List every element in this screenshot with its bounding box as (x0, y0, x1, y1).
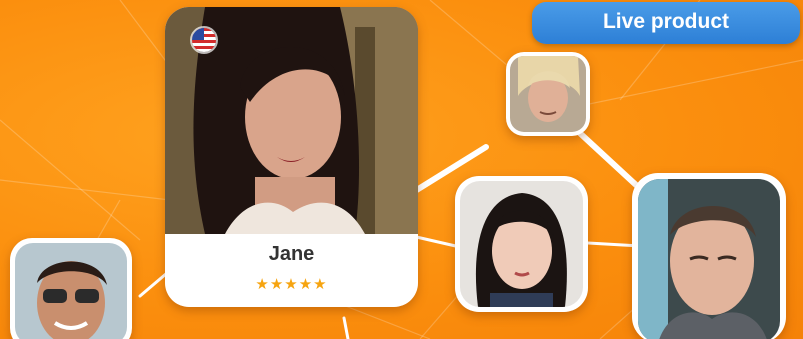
link-jane-bottom (342, 316, 350, 339)
network-illustration: Jane ★★★★★ Live product (0, 0, 803, 339)
avatar-card-right[interactable] (632, 173, 786, 339)
avatar-card-middle[interactable] (455, 176, 588, 312)
live-product-label: Live product (602, 10, 729, 33)
avatar-photo (460, 181, 583, 307)
link-jane-middle (410, 234, 462, 249)
avatar-photo (510, 56, 586, 132)
rating-stars: ★★★★★ (255, 276, 328, 293)
avatar-photo (638, 179, 780, 339)
us-flag-icon (190, 26, 218, 54)
avatar-card-left[interactable] (10, 238, 132, 339)
avatar-photo (15, 243, 127, 339)
profile-name: Jane (268, 243, 315, 265)
live-product-badge: Live product (532, 2, 800, 44)
avatar-card-top[interactable] (506, 52, 590, 136)
